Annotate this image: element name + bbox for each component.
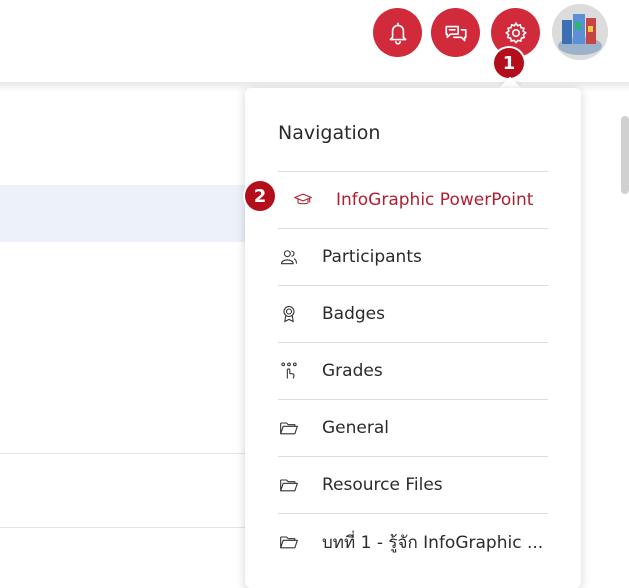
user-avatar[interactable]: [552, 4, 608, 60]
nav-item-chapter-1[interactable]: บทที่ 1 - รู้จัก InfoGraphic ...: [278, 513, 548, 570]
messages-button[interactable]: [431, 8, 480, 57]
gear-icon: [504, 21, 527, 44]
folder-icon: [278, 474, 300, 496]
users-icon: [278, 246, 300, 268]
folder-icon: [278, 417, 300, 439]
chat-icon: [444, 25, 467, 41]
nav-item-resource-files[interactable]: Resource Files: [278, 456, 548, 513]
nav-item-label: InfoGraphic PowerPoint: [336, 190, 534, 210]
divider: [0, 527, 250, 528]
nav-item-label: General: [322, 418, 389, 438]
nav-item-badges[interactable]: Badges: [278, 285, 548, 342]
divider: [0, 453, 250, 454]
step-marker-1: 1: [494, 48, 524, 78]
avatar-image-icon: [552, 4, 608, 60]
nav-item-label: Resource Files: [322, 475, 443, 495]
grades-icon: [278, 360, 300, 382]
highlighted-row[interactable]: [0, 185, 250, 242]
nav-item-general[interactable]: General: [278, 399, 548, 456]
folder-icon: [278, 531, 300, 553]
notifications-button[interactable]: [373, 8, 422, 57]
nav-item-grades[interactable]: Grades: [278, 342, 548, 399]
graduation-cap-icon: [292, 189, 314, 211]
navigation-menu: InfoGraphic PowerPoint Participants Badg…: [278, 171, 548, 570]
nav-item-label: บทที่ 1 - รู้จัก InfoGraphic ...: [322, 532, 544, 553]
bell-icon: [389, 21, 406, 45]
navigation-title: Navigation: [278, 122, 381, 144]
scrollbar[interactable]: [621, 116, 629, 194]
step-marker-2: 2: [245, 181, 275, 211]
badge-icon: [278, 303, 300, 325]
nav-item-label: Grades: [322, 361, 383, 381]
nav-item-course[interactable]: InfoGraphic PowerPoint: [278, 171, 548, 228]
nav-item-participants[interactable]: Participants: [278, 228, 548, 285]
nav-item-label: Badges: [322, 304, 385, 324]
nav-item-label: Participants: [322, 247, 422, 267]
